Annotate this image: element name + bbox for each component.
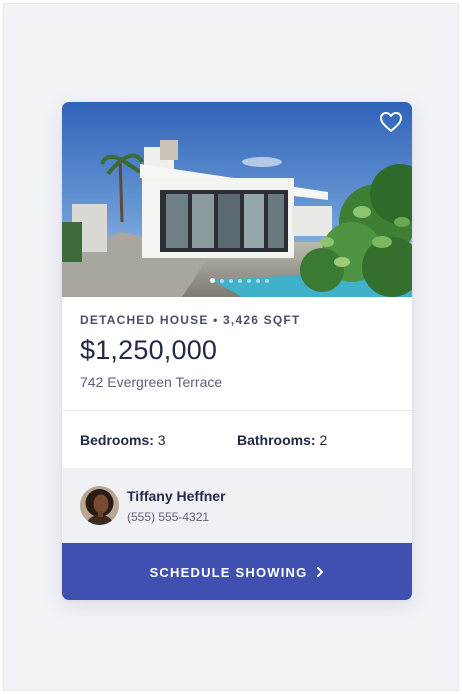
photo-dot[interactable] bbox=[256, 278, 260, 283]
favorite-heart-icon[interactable] bbox=[379, 111, 403, 133]
bedrooms-value: 3 bbox=[157, 431, 166, 448]
bathrooms-value: 2 bbox=[319, 431, 328, 448]
agent-contact[interactable]: Tiffany Heffner (555) 555-4321 bbox=[62, 468, 412, 543]
bathrooms-label: Bathrooms: bbox=[237, 431, 316, 448]
agent-details: Tiffany Heffner (555) 555-4321 bbox=[127, 488, 226, 524]
chevron-right-icon bbox=[316, 564, 324, 580]
photo-dot[interactable] bbox=[247, 278, 251, 283]
bedrooms: Bedrooms: 3 bbox=[80, 432, 237, 448]
listing-photo[interactable] bbox=[62, 102, 412, 297]
avatar bbox=[80, 486, 119, 525]
room-counts: Bedrooms: 3 Bathrooms: 2 bbox=[62, 411, 412, 468]
photo-dot[interactable] bbox=[238, 278, 242, 283]
bathrooms: Bathrooms: 2 bbox=[237, 432, 394, 448]
photo-dot[interactable] bbox=[220, 278, 224, 283]
bedrooms-label: Bedrooms: bbox=[80, 431, 154, 448]
schedule-showing-button[interactable]: SCHEDULE SHOWING bbox=[62, 543, 412, 600]
photo-pagination-dots bbox=[210, 278, 269, 283]
property-type-size: DETACHED HOUSE • 3,426 SQFT bbox=[80, 313, 301, 327]
agent-name: Tiffany Heffner bbox=[127, 487, 226, 504]
agent-phone[interactable]: (555) 555-4321 bbox=[127, 510, 226, 524]
listing-card: DETACHED HOUSE • 3,426 SQFT $1,250,000 7… bbox=[62, 102, 412, 600]
photo-dot[interactable] bbox=[229, 278, 233, 283]
house-photo-image bbox=[62, 102, 412, 297]
listing-info: DETACHED HOUSE • 3,426 SQFT $1,250,000 7… bbox=[62, 297, 412, 411]
listing-price: $1,250,000 bbox=[80, 335, 218, 365]
photo-dot[interactable] bbox=[210, 278, 215, 283]
listing-address: 742 Evergreen Terrace bbox=[80, 374, 223, 390]
photo-dot[interactable] bbox=[265, 278, 269, 283]
schedule-showing-label: SCHEDULE SHOWING bbox=[149, 564, 308, 580]
page-background: DETACHED HOUSE • 3,426 SQFT $1,250,000 7… bbox=[3, 3, 459, 691]
